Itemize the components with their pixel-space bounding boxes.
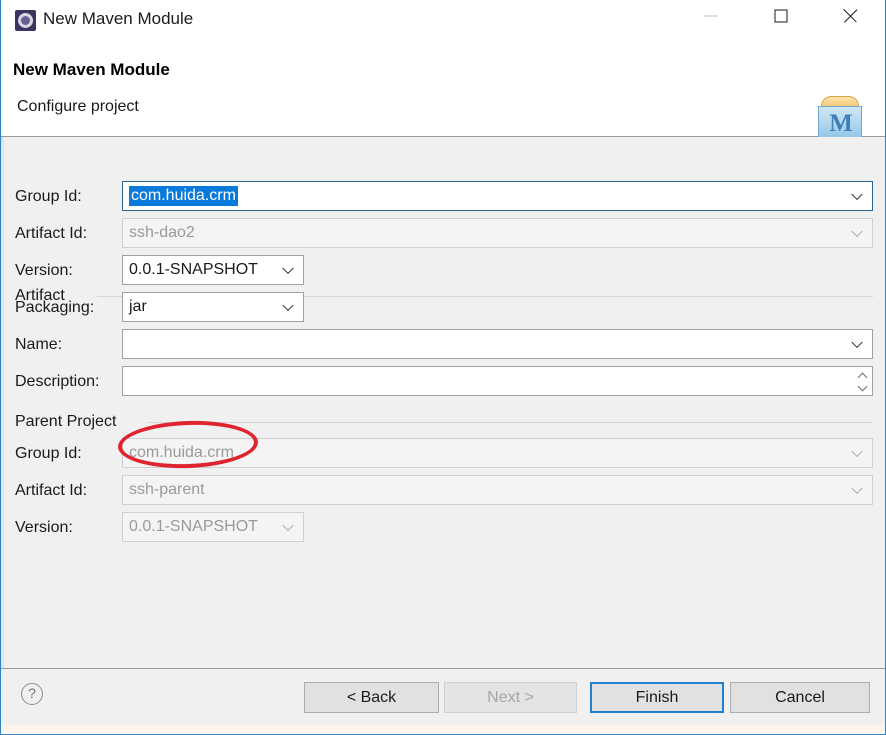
parent-artifact-id-combo: ssh-parent (122, 475, 873, 505)
left-rail (1, 137, 4, 668)
chevron-down-icon[interactable] (858, 381, 867, 390)
artifact-group-id-label: Group Id: (15, 188, 82, 206)
dialog-footer: ? < Back Next > Finish Cancel (1, 668, 885, 733)
artifact-version-combo[interactable]: 0.0.1-SNAPSHOT (122, 255, 304, 285)
close-icon[interactable] (828, 0, 874, 32)
window-title: New Maven Module (43, 9, 193, 29)
dialog-header: New Maven Module Configure project M (1, 40, 885, 137)
title-bar: New Maven Module (1, 0, 885, 40)
artifact-version-value: 0.0.1-SNAPSHOT (129, 261, 258, 279)
parent-version-label: Version: (15, 519, 73, 537)
artifact-version-label: Version: (15, 262, 73, 280)
artifact-packaging-value: jar (129, 298, 147, 316)
chevron-up-icon[interactable] (858, 372, 867, 381)
parent-project-group-title: Parent Project (15, 413, 122, 431)
maven-logo-letter: M (813, 110, 869, 138)
dialog-body: Artifact Group Id: com.huida.crm Artifac… (1, 137, 885, 668)
parent-project-group-divider (148, 422, 873, 423)
next-button: Next > (444, 682, 577, 713)
description-scroll-arrows[interactable] (855, 368, 871, 394)
parent-version-combo: 0.0.1-SNAPSHOT (122, 512, 304, 542)
cancel-button[interactable]: Cancel (730, 682, 870, 713)
artifact-packaging-label: Packaging: (15, 299, 94, 317)
finish-button[interactable]: Finish (590, 682, 724, 713)
artifact-group-id-combo[interactable]: com.huida.crm (122, 181, 873, 211)
maximize-icon[interactable] (758, 0, 804, 32)
page-subtitle: Configure project (17, 98, 139, 116)
dialog-window: New Maven Module New Maven Module Config… (0, 0, 886, 735)
chevron-down-icon (852, 446, 863, 457)
maven-module-icon (15, 10, 36, 31)
artifact-artifact-id-label: Artifact Id: (15, 225, 87, 243)
artifact-packaging-combo[interactable]: jar (122, 292, 304, 322)
chevron-down-icon (283, 520, 294, 531)
minimize-icon[interactable] (688, 0, 734, 32)
artifact-name-combo[interactable] (122, 329, 873, 359)
chevron-down-icon[interactable] (852, 337, 863, 348)
parent-group-id-label: Group Id: (15, 445, 82, 463)
back-button[interactable]: < Back (304, 682, 439, 713)
parent-version-value: 0.0.1-SNAPSHOT (129, 518, 258, 536)
artifact-group-id-value: com.huida.crm (129, 186, 238, 206)
artifact-artifact-id-value: ssh-dao2 (129, 224, 195, 242)
chevron-down-icon[interactable] (283, 300, 294, 311)
parent-group-id-combo: com.huida.crm (122, 438, 873, 468)
artifact-name-label: Name: (15, 336, 62, 354)
page-title: New Maven Module (13, 60, 170, 80)
artifact-artifact-id-combo: ssh-dao2 (122, 218, 873, 248)
footer-strip (1, 725, 885, 733)
artifact-description-label: Description: (15, 373, 99, 391)
chevron-down-icon (852, 226, 863, 237)
help-icon[interactable]: ? (21, 683, 43, 705)
chevron-down-icon[interactable] (283, 263, 294, 274)
parent-artifact-id-label: Artifact Id: (15, 482, 87, 500)
artifact-description-textarea[interactable] (122, 366, 873, 396)
parent-artifact-id-value: ssh-parent (129, 481, 205, 499)
parent-group-id-value: com.huida.crm (129, 444, 234, 462)
chevron-down-icon[interactable] (852, 189, 863, 200)
chevron-down-icon (852, 483, 863, 494)
